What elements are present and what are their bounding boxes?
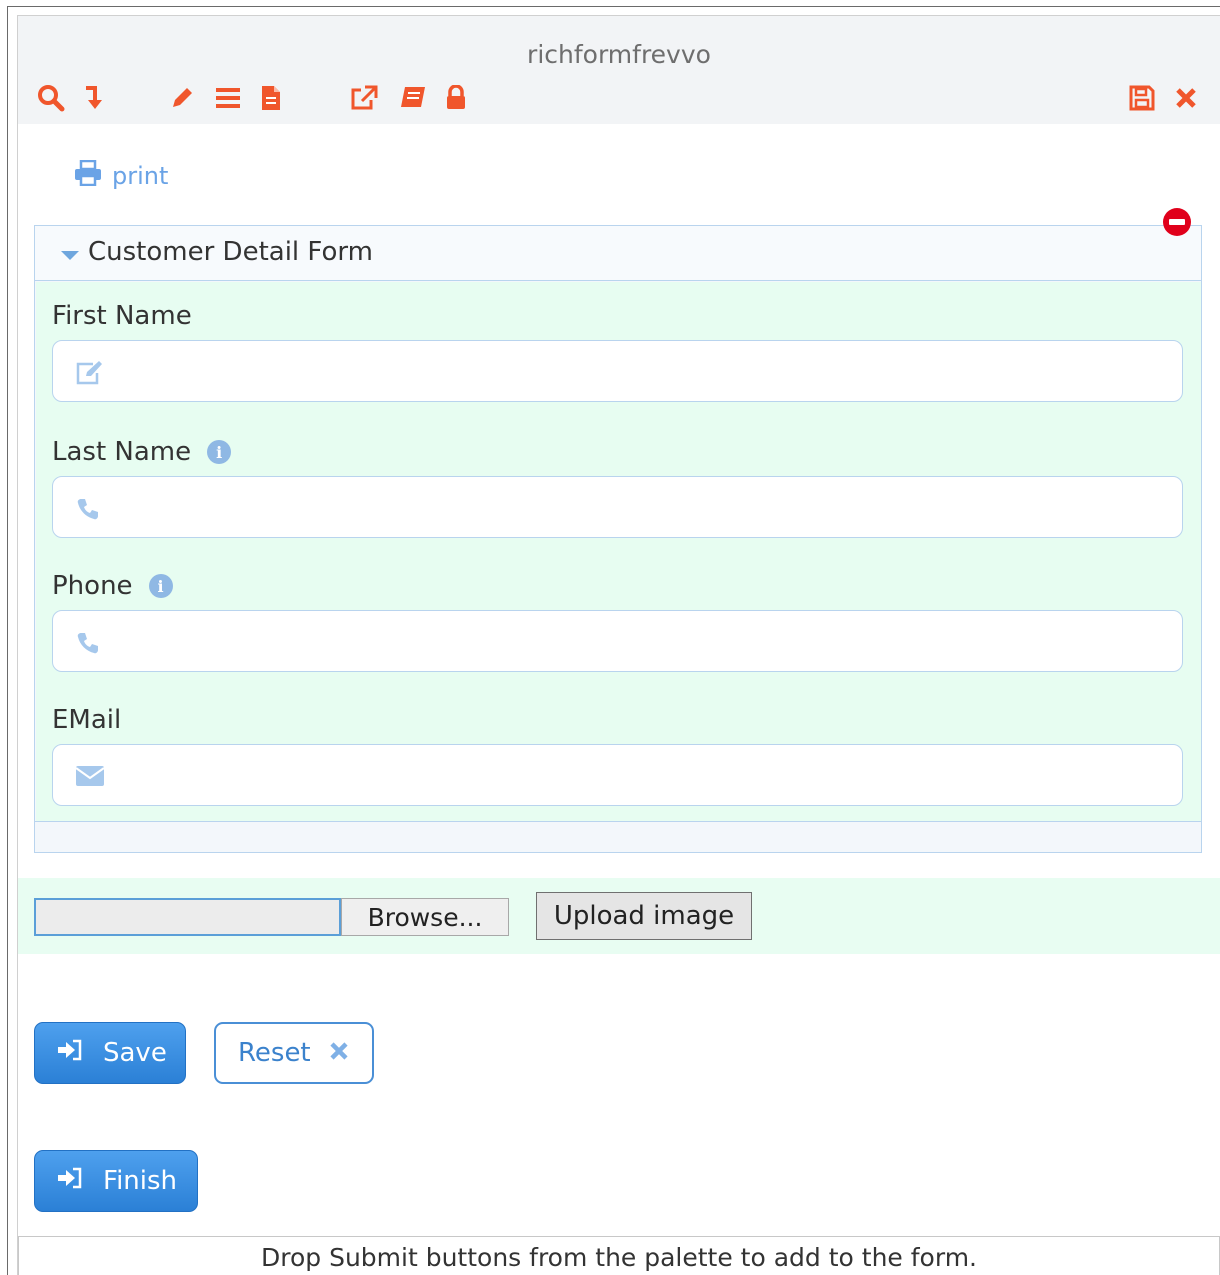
printer-icon (74, 159, 102, 192)
reset-label: Reset (238, 1038, 311, 1068)
list-icon[interactable] (214, 82, 242, 114)
phone-icon (75, 630, 101, 660)
sign-in-icon (57, 1038, 83, 1068)
move-down-icon[interactable] (82, 82, 104, 114)
first-name-input[interactable] (113, 353, 1163, 389)
last-name-input[interactable] (113, 489, 1163, 525)
book-icon[interactable] (398, 82, 428, 114)
reset-button[interactable]: Reset (214, 1022, 374, 1084)
last-name-field[interactable] (52, 476, 1183, 538)
section-footer-divider (35, 821, 1201, 822)
search-icon[interactable] (36, 82, 66, 114)
remove-section-icon[interactable] (1163, 208, 1191, 236)
phone-input[interactable] (113, 623, 1163, 659)
first-name-label: First Name (52, 301, 192, 331)
info-icon[interactable]: i (148, 574, 173, 598)
email-input[interactable] (113, 757, 1163, 793)
section-header: Customer Detail Form (35, 226, 1201, 281)
info-icon[interactable]: i (207, 440, 232, 464)
finish-label: Finish (103, 1166, 178, 1196)
last-name-label: Last Name i (52, 437, 232, 467)
lock-icon[interactable] (444, 82, 468, 114)
print-label: print (112, 162, 169, 190)
envelope-icon (75, 764, 105, 792)
save-icon[interactable] (1128, 82, 1156, 114)
browse-button[interactable]: Browse... (341, 898, 509, 936)
submit-drop-zone[interactable]: Drop Submit buttons from the palette to … (18, 1236, 1220, 1275)
email-label-text: EMail (52, 705, 122, 735)
phone-label: Phone i (52, 571, 173, 601)
edit-icon[interactable] (168, 82, 196, 114)
file-path-field[interactable] (34, 898, 341, 936)
edit-icon (75, 360, 105, 390)
print-link[interactable]: print (74, 159, 169, 192)
last-name-label-text: Last Name (52, 437, 192, 467)
email-field[interactable] (52, 744, 1183, 806)
finish-button[interactable]: Finish (34, 1150, 198, 1212)
save-label: Save (103, 1038, 167, 1068)
close-icon (329, 1038, 349, 1068)
phone-icon (75, 496, 101, 526)
form-toolbar: richformfrevvo (18, 16, 1220, 124)
phone-field[interactable] (52, 610, 1183, 672)
collapse-caret-icon[interactable] (61, 251, 79, 260)
first-name-label-text: First Name (52, 301, 192, 331)
close-icon[interactable] (1174, 82, 1198, 114)
first-name-field[interactable] (52, 340, 1183, 402)
external-link-icon[interactable] (348, 82, 380, 114)
phone-label-text: Phone (52, 571, 133, 601)
save-button[interactable]: Save (34, 1022, 186, 1084)
sign-in-icon (57, 1166, 83, 1196)
upload-image-button[interactable]: Upload image (536, 892, 752, 940)
section-title: Customer Detail Form (88, 237, 373, 267)
form-title: richformfrevvo (527, 40, 711, 69)
document-icon[interactable] (258, 82, 284, 114)
email-label: EMail (52, 705, 121, 735)
